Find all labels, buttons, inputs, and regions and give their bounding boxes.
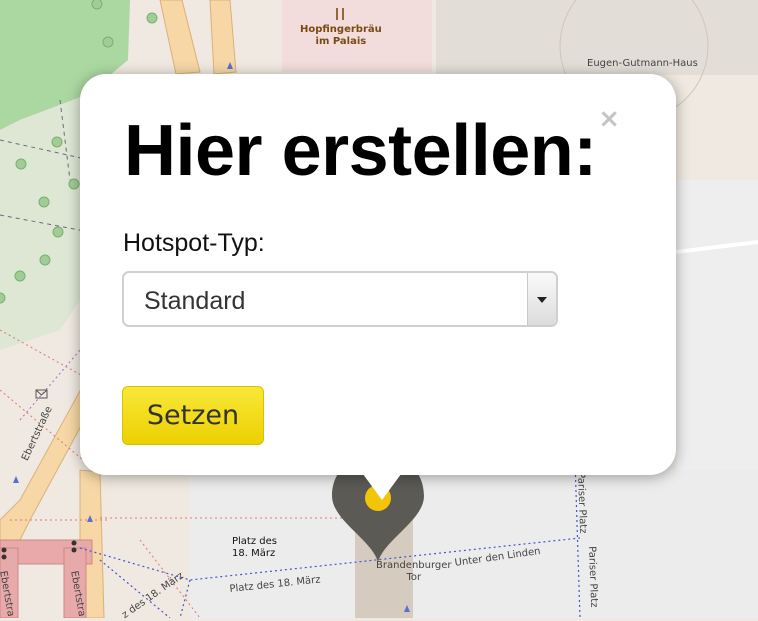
square-label: Platz des 18. März bbox=[232, 536, 277, 559]
hotspot-type-label: Hotspot-Typ: bbox=[123, 229, 265, 257]
building-label-gutmann: Eugen-Gutmann-Haus bbox=[587, 58, 698, 69]
poi-label-hopfingerbraeu: Hopfingerbräu im Palais bbox=[300, 24, 382, 47]
close-icon[interactable]: × bbox=[598, 106, 620, 132]
popup-title: Hier erstellen: bbox=[124, 111, 597, 191]
chevron-down-icon[interactable] bbox=[527, 273, 556, 325]
create-hotspot-popup: × Hier erstellen: Hotspot-Typ: Standard … bbox=[80, 74, 676, 475]
hotspot-type-select[interactable]: Standard bbox=[122, 271, 558, 327]
hotspot-type-value: Standard bbox=[144, 287, 246, 315]
set-button[interactable]: Setzen bbox=[122, 386, 264, 445]
street-label-pariser-platz-2: Pariser Platz bbox=[586, 546, 600, 608]
landmark-label-brandenburger-tor: Brandenburger Tor bbox=[376, 560, 452, 583]
popup-pointer bbox=[360, 470, 404, 500]
street-label-pariser-platz-1: Pariser Platz bbox=[575, 472, 589, 534]
